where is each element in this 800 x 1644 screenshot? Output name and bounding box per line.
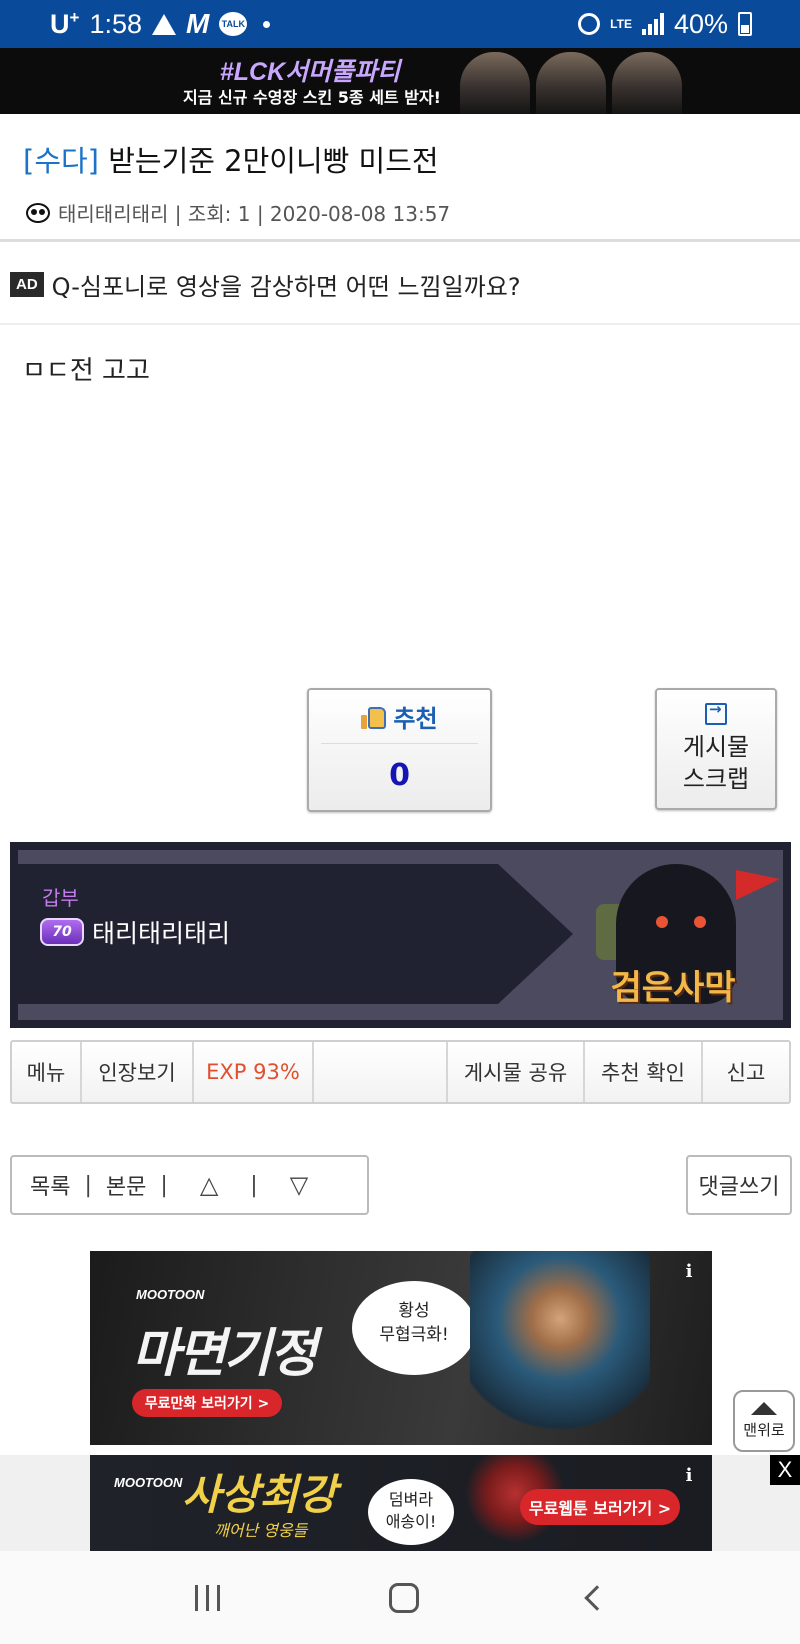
carrier-label: U+	[50, 8, 79, 40]
ad2-speech-bubble: 덤벼라애송이!	[368, 1479, 454, 1545]
post-meta: 태리태리태리 | 조회: 1 | 2020-08-08 13:57	[26, 198, 450, 227]
post-title: [수다] 받는기준 2만이니빵 미드전	[23, 138, 439, 180]
ad-banner-1[interactable]: MOOTOON 마면기정 무료만화 보러가기 > 황성무협극화! i	[90, 1251, 712, 1445]
post-title-text: 받는기준 2만이니빵 미드전	[99, 144, 439, 178]
alarm-icon	[578, 13, 601, 35]
ad2-bubble-line2: 애송이!	[385, 1512, 437, 1531]
action-check-recommend[interactable]: 추천 확인	[585, 1042, 703, 1102]
ad2-title: 사상최강	[182, 1470, 337, 1519]
recommend-count: 0	[389, 758, 410, 793]
ad1-title: 마면기정	[132, 1324, 317, 1384]
ad2-cta-button[interactable]: 무료웹툰 보러가기 >	[520, 1489, 680, 1525]
ad-text: Q-심포니로 영상을 감상하면 어떤 느낌일까요?	[51, 272, 521, 301]
carrier-sup: +	[69, 8, 80, 27]
post-body: ㅁㄷ전 고고	[22, 356, 150, 386]
close-ad-button[interactable]: X	[770, 1455, 800, 1485]
status-right: LTE 40%	[578, 9, 752, 40]
author-grade: 갑부	[42, 886, 79, 910]
scrap-button[interactable]: 게시물스크랩	[655, 688, 777, 810]
post-meta-text: 태리태리태리 | 조회: 1 | 2020-08-08 13:57	[58, 202, 451, 226]
clock: 1:58	[89, 8, 142, 39]
ad-text-link[interactable]: AD Q-심포니로 영상을 감상하면 어떤 느낌일까요?	[0, 245, 800, 325]
action-empty	[314, 1042, 448, 1102]
nav-sep: |	[160, 1172, 168, 1198]
ad2-brand: MOOTOON	[114, 1475, 183, 1490]
ad1-cta-button[interactable]: 무료만화 보러가기 >	[132, 1389, 282, 1417]
up-triangle-icon	[751, 1402, 777, 1415]
nav-list-button[interactable]: 목록	[30, 1169, 70, 1201]
level-badge-icon: 70	[40, 918, 84, 946]
ad1-info-icon[interactable]: i	[680, 1263, 698, 1281]
ad-banner-2[interactable]: MOOTOON 사상최강 깨어난 영웅들 덤벼라애송이! 무료웹툰 보러가기 >…	[90, 1455, 712, 1551]
top-banner-subtitle: 지금 신규 수영장 스킨 5종 세트 받자!	[183, 88, 441, 107]
author-name[interactable]: 태리태리태리	[92, 914, 230, 950]
scrap-label: 게시물스크랩	[666, 731, 766, 795]
recommend-label: 추천	[393, 705, 438, 733]
post-category[interactable]: [수다]	[23, 144, 99, 178]
carrier-text: U	[50, 9, 70, 39]
scrap-icon	[705, 700, 727, 725]
nav-sep: |	[84, 1172, 92, 1198]
scrap-label-line2: 스크랩	[682, 765, 750, 793]
battery-icon	[738, 12, 752, 36]
nav-sep: |	[250, 1172, 258, 1198]
recents-icon[interactable]	[194, 1584, 220, 1611]
ad1-bubble-line2: 무협극화!	[379, 1325, 449, 1345]
author-card: 갑부 70 태리태리태리 검은사막	[10, 842, 791, 1028]
kakaotalk-icon: TALK	[219, 12, 248, 36]
ad1-bubble-line1: 황성	[398, 1301, 430, 1321]
ad2-subtitle: 깨어난 영웅들	[214, 1521, 308, 1540]
recommend-top: 추천	[321, 690, 478, 744]
scroll-top-button[interactable]: 맨위로	[733, 1390, 795, 1452]
post-header: [수다] 받는기준 2만이니빵 미드전 태리태리태리 | 조회: 1 | 202…	[0, 114, 800, 242]
write-comment-button[interactable]: 댓글쓰기	[686, 1155, 792, 1215]
ad2-info-icon[interactable]: i	[680, 1467, 698, 1485]
warning-icon	[152, 13, 176, 35]
back-icon[interactable]	[583, 1584, 610, 1611]
battery-percent: 40%	[673, 8, 728, 39]
top-banner-title: #LCK서머풀파티	[219, 58, 401, 86]
recommend-button[interactable]: 추천 0	[307, 688, 492, 812]
nav-next-button[interactable]: ▽	[272, 1171, 326, 1199]
action-bar: 메뉴 인장보기 EXP 93% 게시물 공유 추천 확인 신고	[10, 1040, 791, 1104]
scroll-top-label: 맨위로	[743, 1421, 785, 1439]
notification-dot-icon	[263, 20, 271, 28]
action-exp: EXP 93%	[194, 1042, 314, 1102]
nav-prev-button[interactable]: △	[182, 1171, 236, 1199]
top-banner-ad[interactable]: #LCK서머풀파티 지금 신규 수영장 스킨 5종 세트 받자!	[0, 48, 800, 114]
ad2-bubble-line1: 덤벼라	[388, 1490, 434, 1509]
action-view-signature[interactable]: 인장보기	[82, 1042, 194, 1102]
m-app-icon: M	[186, 8, 210, 39]
action-report[interactable]: 신고	[703, 1042, 789, 1102]
action-menu[interactable]: 메뉴	[12, 1042, 82, 1102]
status-bar: U+ 1:58 M TALK LTE 40%	[0, 0, 800, 48]
ad1-character-image	[470, 1251, 650, 1445]
home-icon[interactable]	[388, 1582, 419, 1613]
scrap-label-line1: 게시물	[682, 733, 750, 761]
top-banner-players-image	[460, 48, 700, 114]
post-nav: 목록 | 본문 | △ | ▽	[10, 1155, 369, 1215]
action-share-post[interactable]: 게시물 공유	[448, 1042, 585, 1102]
ad-badge: AD	[10, 271, 44, 297]
ad1-brand: MOOTOON	[136, 1287, 205, 1302]
nav-body-button[interactable]: 본문	[106, 1169, 146, 1201]
status-left: U+ 1:58 M TALK	[50, 8, 271, 40]
lte-icon: LTE	[610, 17, 632, 31]
panda-avatar-icon	[26, 202, 50, 223]
author-card-inner: 갑부 70 태리태리태리 검은사막	[18, 850, 783, 1020]
thumbs-up-icon	[361, 705, 387, 729]
author-row[interactable]: 70 태리태리태리	[40, 914, 230, 950]
game-logo-text: 검은사막	[610, 968, 736, 1008]
signal-icon	[641, 13, 664, 35]
android-nav-bar	[0, 1551, 800, 1644]
ad1-speech-bubble: 황성무협극화!	[352, 1281, 476, 1375]
